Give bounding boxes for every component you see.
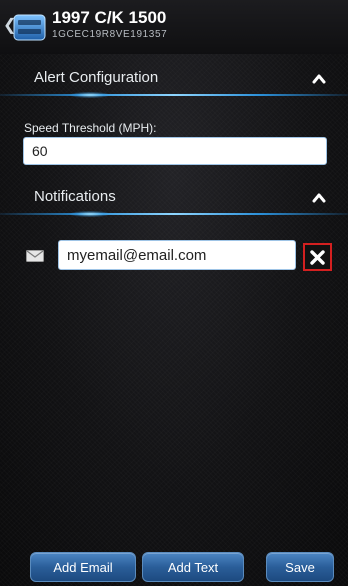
app-header: ❮ 1997 C/K 1500 1GCEC19R8VE191357	[0, 0, 348, 54]
notifications-header[interactable]: Notifications	[0, 181, 348, 215]
alert-configuration-header[interactable]: Alert Configuration	[0, 62, 348, 96]
section-divider	[0, 94, 348, 96]
close-icon	[310, 249, 325, 265]
vehicle-logo-icon	[13, 14, 46, 41]
envelope-icon	[26, 250, 44, 262]
email-input[interactable]	[58, 240, 296, 270]
add-text-button[interactable]: Add Text	[142, 552, 244, 582]
chevron-up-icon[interactable]	[312, 191, 326, 203]
speed-threshold-label: Speed Threshold (MPH):	[24, 121, 157, 135]
speed-threshold-input[interactable]	[23, 137, 327, 165]
add-email-button[interactable]: Add Email	[30, 552, 136, 582]
section-title: Alert Configuration	[34, 69, 159, 86]
chevron-up-icon[interactable]	[312, 72, 326, 84]
section-title: Notifications	[34, 188, 116, 205]
vehicle-vin: 1GCEC19R8VE191357	[52, 29, 168, 40]
divider-glow	[70, 211, 110, 217]
section-divider	[0, 213, 348, 215]
vehicle-name: 1997 C/K 1500	[52, 8, 167, 27]
save-button[interactable]: Save	[266, 552, 334, 582]
remove-email-button[interactable]	[303, 243, 332, 271]
divider-glow	[70, 92, 110, 98]
